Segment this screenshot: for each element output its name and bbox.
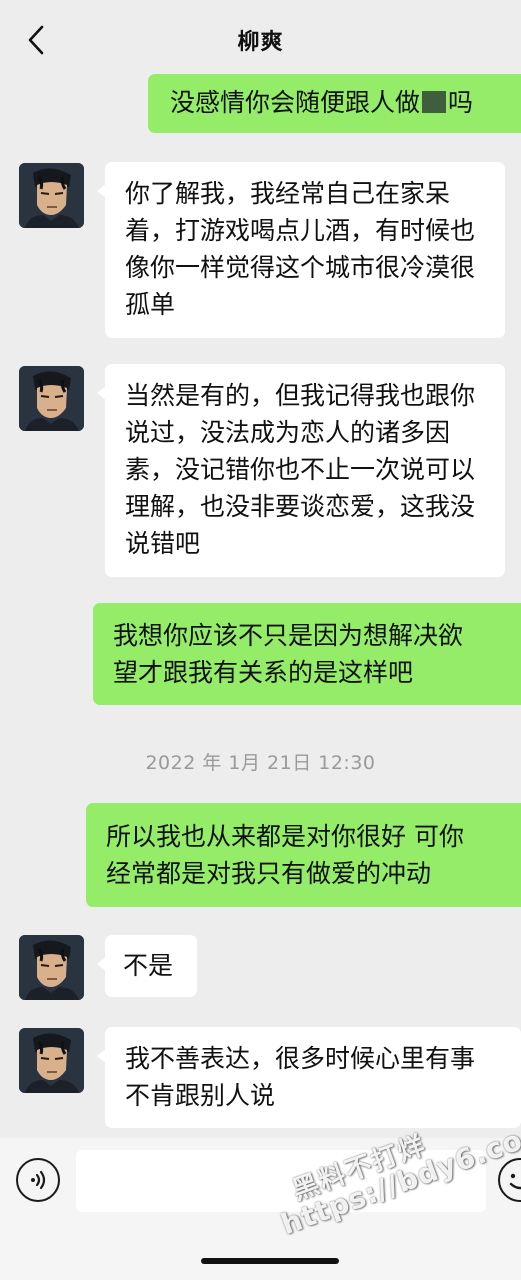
message-line: 我不善表达，很多时候心里有事 [125,1044,476,1073]
message-line: 当然是有的，但我记得我也跟你 [125,381,476,410]
chat-title: 柳爽 [237,30,284,55]
avatar-image [19,163,84,228]
message-bubble-received[interactable]: 当然是有的，但我记得我也跟你 说过，没法成为恋人的诸多因 素，没记错你也不止一次… [97,364,505,577]
chat-screen: 柳爽 没感情你会随便跟人做吗 你了解我，我经常自己在家呆 着，打游戏喝点儿酒，有… [0,0,521,1280]
contact-avatar[interactable] [19,163,84,228]
message-bubble-received[interactable]: 不是 [97,935,197,997]
message-line: 所以我也从来都是对你很好 可你 [106,822,464,851]
message-line: 着，打游戏喝点儿酒，有时候也 [125,216,476,245]
home-indicator [201,1258,339,1264]
contact-avatar[interactable] [19,366,84,431]
message-line: 说过，没法成为恋人的诸多因 [125,418,451,447]
message-bubble-received[interactable]: 你了解我，我经常自己在家呆 着，打游戏喝点儿酒，有时候也 像你一样觉得这个城市很… [97,162,505,338]
message-line: 不是 [123,951,174,980]
timestamp: 2022 年 1月 21日 12:30 [145,752,376,774]
message-bubble-sent[interactable]: 没感情你会随便跟人做吗 [148,74,521,133]
chevron-left-icon [28,25,44,55]
message-text: 没感情你会随便跟人做 [170,88,421,117]
message-line: 理解，也没非要谈恋爱，这我没 [125,492,476,521]
message-line: 不肯跟别人说 [125,1081,276,1110]
chat-header: 柳爽 [0,0,521,80]
message-line: 像你一样觉得这个城市很冷漠很 [125,253,476,282]
voice-icon [31,1170,46,1190]
message-text: 吗 [448,88,474,117]
message-line: 素，没记错你也不止一次说可以 [125,455,476,484]
emoji-icon [509,1173,521,1190]
avatar-image [19,366,84,431]
avatar-image [19,935,84,1000]
message-line: 经常都是对我只有做爱的冲动 [106,859,432,888]
redaction-block [422,91,447,113]
message-line: 孤单 [125,290,176,319]
message-line: 说错吧 [125,529,201,558]
emoji-button[interactable] [498,1158,521,1202]
message-line: 你了解我，我经常自己在家呆 [125,179,451,208]
message-input[interactable] [76,1150,486,1212]
back-button[interactable] [22,24,50,56]
message-line: 我想你应该不只是因为想解决欲 [113,621,464,650]
contact-avatar[interactable] [19,1028,84,1093]
avatar-image [19,1028,84,1093]
message-bubble-sent[interactable]: 所以我也从来都是对你很好 可你 经常都是对我只有做爱的冲动 [86,803,521,907]
contact-avatar[interactable] [19,935,84,1000]
message-bubble-sent[interactable]: 我想你应该不只是因为想解决欲 望才跟我有关系的是这样吧 [93,603,521,705]
message-bubble-received[interactable]: 我不善表达，很多时候心里有事 不肯跟别人说 [97,1027,521,1128]
message-line: 望才跟我有关系的是这样吧 [113,658,414,687]
voice-button[interactable] [16,1158,60,1202]
